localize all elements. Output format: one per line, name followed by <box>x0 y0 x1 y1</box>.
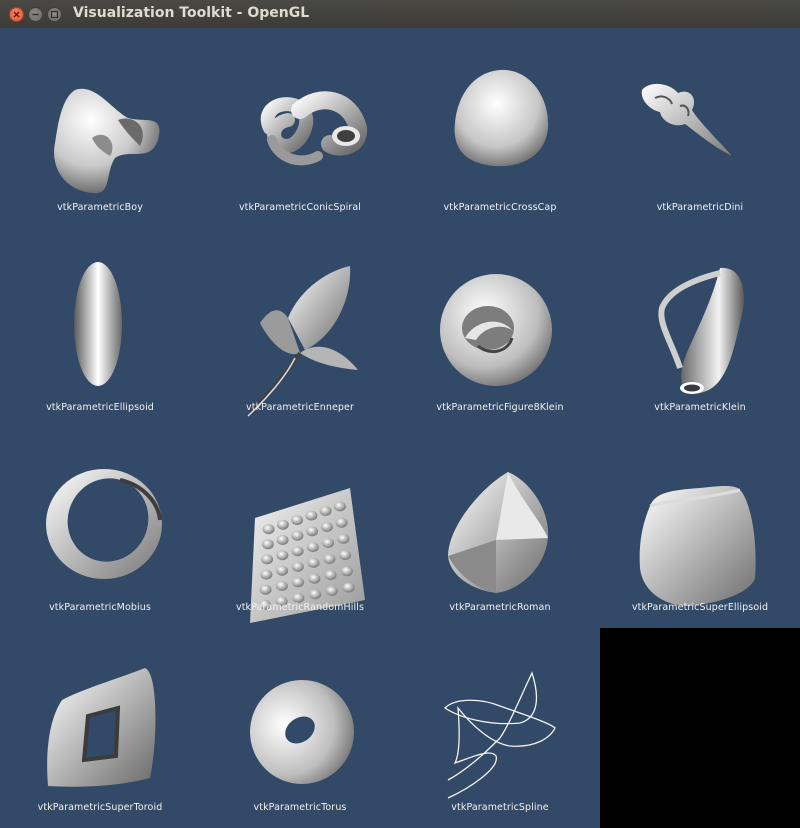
viewport-torus[interactable]: vtkParametricTorus <box>200 628 400 828</box>
viewport-mobius[interactable]: vtkParametricMobius <box>0 428 200 628</box>
hill-bump <box>306 526 319 537</box>
hill-bump <box>309 589 322 600</box>
viewport-conic-spiral[interactable]: vtkParametricConicSpiral <box>200 28 400 228</box>
hill-bump <box>260 569 273 580</box>
viewport-label: vtkParametricTorus <box>253 802 347 813</box>
hill-bump <box>324 570 337 580</box>
viewport-klein[interactable]: vtkParametricKlein <box>600 228 800 428</box>
hill-bump <box>323 554 336 564</box>
hill-bump <box>261 554 274 565</box>
random-hills-surface <box>250 488 365 623</box>
spline-curve <box>443 671 556 799</box>
viewport-label: vtkParametricEnneper <box>246 402 354 413</box>
window-title: Visualization Toolkit - OpenGL <box>73 5 310 21</box>
viewport-label: vtkParametricDini <box>656 202 744 213</box>
viewport-ellipsoid[interactable]: vtkParametricEllipsoid <box>0 228 200 428</box>
hill-bump <box>340 566 353 577</box>
hill-bump <box>337 533 350 544</box>
hill-bump <box>325 586 338 596</box>
viewport-super-toroid[interactable]: vtkParametricSuperToroid <box>0 628 200 828</box>
hill-bump <box>335 517 348 528</box>
viewport-label: vtkParametricRoman <box>449 602 551 613</box>
hill-bump <box>259 584 272 595</box>
super-toroid-surface <box>47 668 156 787</box>
close-icon[interactable] <box>9 7 24 22</box>
hill-bump <box>305 510 318 521</box>
viewport-label: vtkParametricKlein <box>654 402 746 413</box>
enneper-surface <box>247 266 358 417</box>
maximize-icon[interactable] <box>47 7 62 22</box>
viewport-empty <box>600 628 800 828</box>
roman-surface <box>448 472 549 593</box>
viewport-label: vtkParametricCrossCap <box>443 202 557 213</box>
hill-bump <box>333 501 346 512</box>
viewport-label: vtkParametricEllipsoid <box>46 402 154 413</box>
viewport-figure8-klein[interactable]: vtkParametricFigure8Klein <box>400 228 600 428</box>
minimize-icon[interactable] <box>28 7 43 22</box>
viewport-enneper[interactable]: vtkParametricEnneper <box>200 228 400 428</box>
hill-bump <box>276 565 289 576</box>
viewport-label: vtkParametricSuperToroid <box>37 802 163 813</box>
viewport-super-ellipsoid[interactable]: vtkParametricSuperEllipsoid <box>600 428 800 628</box>
hill-bump <box>307 557 320 568</box>
title-bar: Visualization Toolkit - OpenGL <box>0 0 800 29</box>
ellipsoid-surface <box>74 262 122 386</box>
viewport-random-hills[interactable]: vtkParametricRandomHills <box>200 428 400 628</box>
viewport-label: vtkParametricBoy <box>57 202 143 213</box>
viewport-spline[interactable]: vtkParametricSpline <box>400 628 600 828</box>
hill-bump <box>291 515 304 526</box>
viewport-cross-cap[interactable]: vtkParametricCrossCap <box>400 28 600 228</box>
hill-bump <box>322 538 335 548</box>
figure8-klein-surface <box>440 274 552 386</box>
klein-surface <box>658 267 744 394</box>
viewport-dini[interactable]: vtkParametricDini <box>600 28 800 228</box>
viewport-label: vtkParametricSuperEllipsoid <box>631 602 769 613</box>
hill-bump <box>261 539 274 550</box>
hill-bump <box>276 519 289 530</box>
hill-bump <box>308 573 321 584</box>
hill-bump <box>262 524 275 535</box>
hill-bump <box>342 582 355 593</box>
viewport-label: vtkParametricConicSpiral <box>238 202 362 213</box>
hill-bump <box>276 535 289 545</box>
hill-bump <box>276 550 289 561</box>
viewport-boy[interactable]: vtkParametricBoy <box>0 28 200 228</box>
conic-spiral-surface <box>260 91 367 166</box>
render-viewport[interactable]: vtkParametricBoy vtkParametricConicSpira… <box>0 28 800 828</box>
viewport-label: vtkParametricSpline <box>451 802 549 813</box>
viewport-label: vtkParametricFigure8Klein <box>436 402 564 413</box>
hill-bump <box>320 522 333 532</box>
hill-bump <box>319 506 332 516</box>
hill-bump <box>292 577 305 588</box>
torus-surface <box>250 680 354 784</box>
vtk-window: Visualization Toolkit - OpenGL vtkParame… <box>0 0 800 828</box>
hill-bump <box>339 550 352 561</box>
hill-bump <box>306 542 319 553</box>
viewport-label: vtkParametricMobius <box>49 602 151 613</box>
dini-surface <box>641 83 732 156</box>
hill-bump <box>291 561 304 572</box>
hill-bump <box>291 530 304 541</box>
viewport-label: vtkParametricRandomHills <box>235 602 365 613</box>
super-ellipsoid-surface <box>639 486 756 606</box>
viewport-roman[interactable]: vtkParametricRoman <box>400 428 600 628</box>
cross-cap-surface <box>454 69 549 167</box>
hill-bump <box>275 581 288 591</box>
hill-bump <box>291 546 304 557</box>
boy-surface <box>54 88 160 194</box>
mobius-surface <box>46 469 162 579</box>
